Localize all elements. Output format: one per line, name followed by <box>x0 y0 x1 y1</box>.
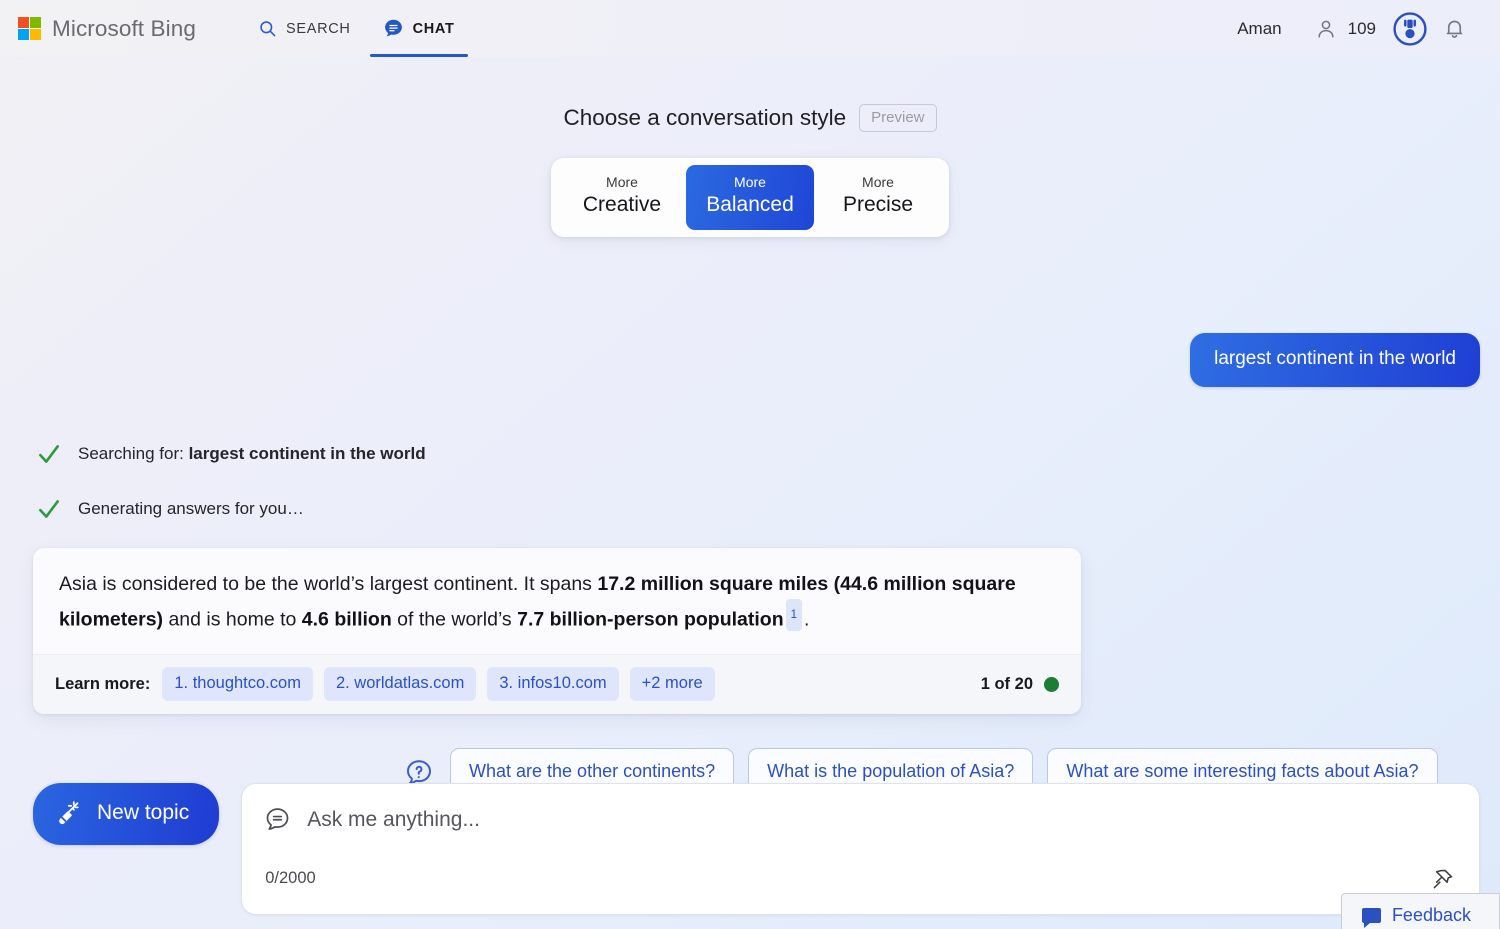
source-chip-more[interactable]: +2 more <box>629 667 715 702</box>
source-chip-2[interactable]: 2. worldatlas.com <box>323 667 477 702</box>
chat-bubble-icon <box>384 19 402 37</box>
answer-footer: Learn more: 1. thoughtco.com 2. worldatl… <box>33 654 1081 715</box>
answer-text: Asia is considered to be the world’s lar… <box>59 569 1055 635</box>
style-option-balanced[interactable]: More Balanced <box>686 165 814 230</box>
status-list: Searching for: largest continent in the … <box>0 433 1500 530</box>
bell-icon <box>1446 20 1462 38</box>
status-dot <box>1044 676 1059 692</box>
person-icon <box>1318 20 1334 37</box>
new-topic-button[interactable]: New topic <box>33 783 220 845</box>
user-message-row: largest continent in the world <box>0 332 1500 387</box>
chat-thread: largest continent in the world Searching… <box>0 332 1500 798</box>
user-name[interactable]: Aman <box>1237 19 1281 39</box>
feedback-label: Feedback <box>1391 905 1471 925</box>
status-row: Generating answers for you… <box>36 488 1500 530</box>
style-toggle-group: More Creative More Balanced More Precise <box>551 158 949 237</box>
learn-more-label: Learn more: <box>55 674 151 693</box>
status-query: largest continent in the world <box>188 443 426 463</box>
page-indicator-label: 1 of 20 <box>980 674 1033 693</box>
tab-search-label: SEARCH <box>285 20 351 37</box>
feedback-bubble-icon <box>1361 908 1381 928</box>
answer-part-4: . <box>804 608 810 631</box>
notifications-button[interactable] <box>1432 7 1476 51</box>
answer-part-3: of the world’s <box>391 608 518 631</box>
style-heading: Choose a conversation style <box>563 105 847 130</box>
composer-row: New topic Ask me anything... 0/2000 <box>33 783 1480 915</box>
message-input-placeholder[interactable]: Ask me anything... <box>307 808 480 832</box>
tab-search[interactable]: SEARCH <box>242 0 367 57</box>
style-option-creative-kind: Creative <box>582 192 662 216</box>
answer-part-1: Asia is considered to be the world’s lar… <box>59 572 598 595</box>
pin-icon[interactable] <box>1430 867 1455 892</box>
source-chip-1[interactable]: 1. thoughtco.com <box>162 667 313 702</box>
account-button[interactable] <box>1304 7 1348 51</box>
microsoft-logo-icon <box>18 17 41 40</box>
style-option-creative-more: More <box>606 174 638 190</box>
input-top-row: Ask me anything... <box>264 806 1455 833</box>
search-icon <box>260 21 276 37</box>
message-input-container[interactable]: Ask me anything... 0/2000 <box>241 783 1480 915</box>
status-text-generating: Generating answers for you… <box>78 498 304 518</box>
answer-bold-2: 4.6 billion <box>301 608 392 631</box>
style-option-precise-kind: Precise <box>842 192 914 216</box>
style-option-balanced-kind: Balanced <box>706 192 794 216</box>
style-option-precise[interactable]: More Precise <box>814 165 942 230</box>
answer-body: Asia is considered to be the world’s lar… <box>33 548 1081 655</box>
style-option-precise-more: More <box>862 174 894 190</box>
answer-part-2: and is home to <box>163 608 302 631</box>
source-chip-3[interactable]: 3. infos10.com <box>487 667 619 702</box>
feedback-button[interactable]: Feedback <box>1340 893 1500 929</box>
broom-icon <box>59 801 79 825</box>
rewards-button[interactable] <box>1388 7 1432 51</box>
chat-bubble-outline-icon <box>266 808 289 830</box>
user-message-bubble: largest continent in the world <box>1190 332 1480 387</box>
citation-badge-1[interactable]: 1 <box>785 598 803 631</box>
rewards-count: 109 <box>1347 18 1376 38</box>
style-option-creative[interactable]: More Creative <box>558 165 686 230</box>
active-tab-indicator <box>369 54 468 57</box>
new-topic-label: New topic <box>97 801 190 824</box>
header-actions: Aman 109 <box>1237 7 1500 51</box>
conversation-style-section: Choose a conversation style Preview More… <box>0 104 1500 237</box>
status-text-searching: Searching for: largest continent in the … <box>78 444 426 464</box>
status-prefix: Searching for: <box>78 443 189 463</box>
app-header: Microsoft Bing SEARCH CHAT Aman 109 <box>0 0 1500 57</box>
green-check-icon <box>39 444 59 463</box>
green-check-icon <box>39 499 59 518</box>
page-indicator: 1 of 20 <box>981 675 1059 694</box>
character-count: 0/2000 <box>265 869 316 887</box>
answer-bold-3: 7.7 billion-person population <box>517 608 784 631</box>
style-heading-row: Choose a conversation style Preview <box>563 104 937 132</box>
rewards-medal-icon <box>1393 11 1427 46</box>
primary-nav: SEARCH CHAT <box>242 0 471 57</box>
brand-logo[interactable]: Microsoft Bing <box>18 16 196 42</box>
tab-chat[interactable]: CHAT <box>367 0 471 57</box>
style-option-balanced-more: More <box>734 174 766 190</box>
status-row: Searching for: largest continent in the … <box>36 433 1500 475</box>
answer-card: Asia is considered to be the world’s lar… <box>33 547 1081 715</box>
tab-chat-label: CHAT <box>412 20 455 37</box>
preview-badge: Preview <box>859 104 937 132</box>
brand-name: Microsoft Bing <box>52 15 196 41</box>
